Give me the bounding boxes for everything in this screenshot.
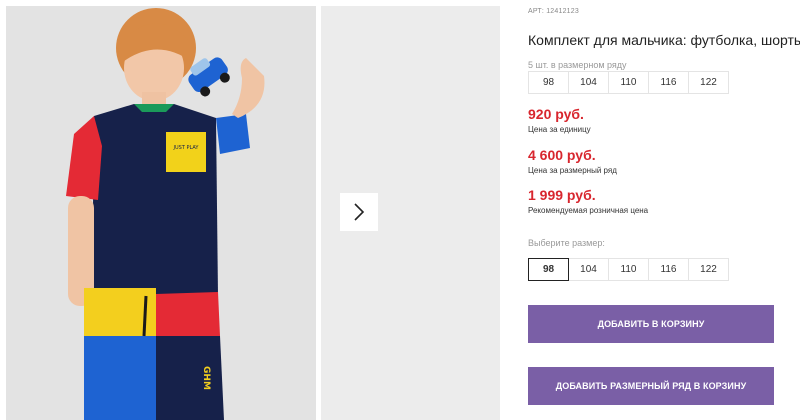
pack-size-116: 116 bbox=[648, 71, 689, 94]
size-select-caption: Выберите размер: bbox=[528, 238, 605, 248]
unit-price: 920 руб. bbox=[528, 106, 584, 122]
size-option-104[interactable]: 104 bbox=[568, 258, 609, 281]
pack-size-122: 122 bbox=[688, 71, 729, 94]
sku-value: 12412123 bbox=[546, 8, 579, 15]
pack-size-98: 98 bbox=[528, 71, 569, 94]
sku-label: АРТ: bbox=[528, 8, 545, 15]
next-photo-button[interactable] bbox=[340, 193, 378, 231]
size-option-98[interactable]: 98 bbox=[528, 258, 569, 281]
unit-price-note: Цена за единицу bbox=[528, 125, 591, 134]
pack-size-110: 110 bbox=[608, 71, 649, 94]
shirt-pocket bbox=[166, 132, 206, 172]
pack-size-row: 98 104 110 116 122 bbox=[528, 71, 729, 94]
product-sku: АРТ: 12412123 bbox=[528, 8, 579, 15]
retail-price: 1 999 руб. bbox=[528, 187, 596, 203]
pack-caption: 5 шт. в размерном ряду bbox=[528, 60, 627, 70]
product-title: Комплект для мальчика: футболка, шорты bbox=[528, 32, 800, 48]
pack-price-note: Цена за размерный ряд bbox=[528, 166, 617, 175]
shorts-print: GHM bbox=[201, 366, 211, 390]
pack-price: 4 600 руб. bbox=[528, 147, 596, 163]
product-gallery: JUST PLAY GHM bbox=[6, 6, 500, 420]
product-photo[interactable]: JUST PLAY GHM bbox=[6, 6, 316, 420]
add-to-cart-button[interactable]: ДОБАВИТЬ В КОРЗИНУ bbox=[528, 305, 774, 343]
pack-size-104: 104 bbox=[568, 71, 609, 94]
size-option-116[interactable]: 116 bbox=[648, 258, 689, 281]
shirt-print: JUST PLAY bbox=[173, 145, 200, 151]
size-option-110[interactable]: 110 bbox=[608, 258, 649, 281]
add-pack-to-cart-button[interactable]: ДОБАВИТЬ РАЗМЕРНЫЙ РЯД В КОРЗИНУ bbox=[528, 367, 774, 405]
retail-price-note: Рекомендуемая розничная цена bbox=[528, 206, 649, 215]
chevron-right-icon bbox=[354, 203, 365, 221]
size-option-122[interactable]: 122 bbox=[688, 258, 729, 281]
size-selector: 98 104 110 116 122 bbox=[528, 258, 729, 281]
product-photo-illustration: JUST PLAY GHM bbox=[6, 6, 316, 420]
